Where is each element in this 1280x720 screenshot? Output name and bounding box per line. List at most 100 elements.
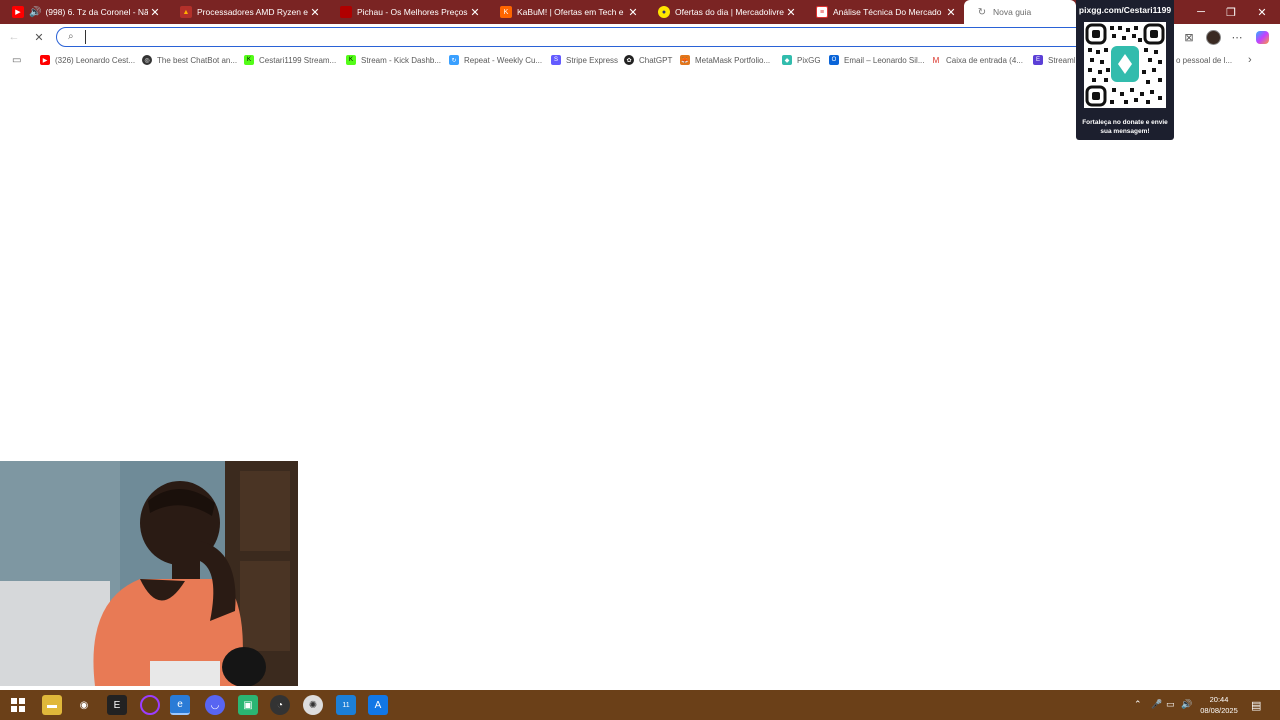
notifications-icon[interactable]: ▤ [1251, 699, 1261, 712]
steam-icon[interactable]: ◉ [74, 695, 94, 715]
tab-title: Análise Técnica Do Mercado Fina [833, 7, 944, 17]
close-icon[interactable]: ✕ [944, 6, 958, 19]
stripe-icon: S [551, 55, 561, 65]
chatgpt-icon: ✿ [624, 55, 634, 65]
taskbar-badge: 11 [342, 701, 350, 709]
copilot-icon[interactable] [1254, 29, 1270, 45]
tab-title: Processadores AMD Ryzen e Athl [197, 7, 308, 17]
bookmark-label: Repeat - Weekly Cu... [464, 55, 543, 65]
tray-chevron-icon[interactable]: ⌃ [1134, 699, 1142, 710]
bookmark-label: Stripe Express [566, 55, 619, 65]
speaker-icon[interactable]: 🔊 [29, 7, 41, 18]
tab-analise[interactable]: ≡ Análise Técnica Do Mercado Fina ✕ [804, 0, 964, 24]
epic-games-icon[interactable]: E [107, 695, 127, 715]
donation-qr-overlay: pixgg.com/Cestari1199 Fortaleça no donat… [1076, 0, 1174, 140]
bookmark-item[interactable]: E StreamE [1033, 53, 1075, 67]
azure-icon[interactable]: A [368, 695, 388, 715]
mercadolivre-icon: ● [658, 6, 670, 18]
close-icon[interactable]: ✕ [626, 6, 640, 19]
document-icon: ≡ [816, 6, 828, 18]
qr-url: pixgg.com/Cestari1199 [1078, 5, 1172, 15]
obs-icon[interactable] [140, 695, 160, 715]
bookmark-label: o pessoal de l... [1176, 55, 1233, 65]
file-explorer-icon[interactable]: ▬ [42, 695, 62, 715]
amd-icon: ▲ [180, 6, 192, 18]
close-icon[interactable]: ✕ [784, 6, 798, 19]
network-icon[interactable]: ▭ [1166, 699, 1175, 710]
tab-title: Nova guia [993, 7, 1032, 17]
bookmark-label: Stream - Kick Dashb... [361, 55, 442, 65]
bookmark-item[interactable]: K Cestari1199 Stream... [244, 53, 339, 67]
stop-loading-button[interactable]: ✕ [31, 29, 47, 45]
edge-icon[interactable]: e [170, 695, 190, 715]
bookmark-item[interactable]: M Caixa de entrada (4... [931, 53, 1026, 67]
bookmark-item[interactable]: S Stripe Express [551, 53, 619, 67]
search-icon: ⌕ [68, 31, 74, 42]
clock-time: 20:44 [1209, 695, 1229, 704]
bookmark-item[interactable]: K Stream - Kick Dashb... [346, 53, 442, 67]
start-button[interactable] [8, 695, 28, 715]
clock[interactable]: 20:44 08/08/2025 [1196, 694, 1242, 716]
volume-icon[interactable]: 🔊 [1181, 699, 1192, 710]
chatbot-icon: ◎ [142, 55, 152, 65]
bookmark-label: MetaMask Portfolio... [695, 55, 771, 65]
qr-code-icon [1084, 22, 1166, 108]
streamelements-icon: E [1033, 55, 1043, 65]
gmail-icon: M [931, 55, 941, 65]
outlook-icon: O [829, 55, 839, 65]
close-icon[interactable]: ✕ [148, 6, 162, 19]
tab-amd[interactable]: ▲ Processadores AMD Ryzen e Athl ✕ [168, 0, 328, 24]
kick-icon: K [346, 55, 356, 65]
tab-title: Ofertas do dia | Mercadolivre Bra [675, 7, 784, 17]
youtube-icon: ▶ [12, 6, 24, 18]
store-icon[interactable]: 11 [336, 695, 356, 715]
tab-youtube[interactable]: ▶ 🔊 (998) 6. Tz da Coronel - Não ✕ [0, 0, 168, 24]
screen: ▶ 🔊 (998) 6. Tz da Coronel - Não ✕ ▲ Pro… [0, 0, 1280, 720]
phone-link-icon[interactable]: ▣ [238, 695, 258, 715]
bookmark-label: PixGG [797, 55, 821, 65]
metamask-icon: 🦊 [680, 55, 690, 65]
repeat-icon: ↻ [449, 55, 459, 65]
chevron-right-icon[interactable]: › [1248, 53, 1252, 67]
discord-icon[interactable]: ◡ [205, 695, 225, 715]
bookmark-label: ChatGPT [639, 55, 673, 65]
bookmark-item[interactable]: o pessoal de l... [1176, 53, 1234, 67]
kick-icon: K [244, 55, 254, 65]
bookmark-item[interactable]: ◎ The best ChatBot an... [142, 53, 237, 67]
avatar[interactable] [1205, 29, 1221, 45]
bookmark-item[interactable]: ✿ ChatGPT [624, 53, 676, 67]
restore-button[interactable]: ❐ [1215, 0, 1247, 24]
microphone-icon[interactable]: 🎤 [1151, 699, 1162, 710]
tab-nova-guia[interactable]: ↻ Nova guia [964, 0, 1076, 24]
close-window-button[interactable]: ✕ [1246, 0, 1278, 24]
settings-icon[interactable]: ✺ [303, 695, 323, 715]
qr-caption: Fortaleça no donate e envie sua mensagem… [1082, 119, 1168, 135]
tab-pichau[interactable]: Pichau - Os Melhores Preços do P ✕ [328, 0, 488, 24]
extensions-icon[interactable]: ⊠ [1181, 29, 1197, 45]
loading-icon: ↻ [977, 6, 987, 18]
more-menu-icon[interactable]: ⋯ [1229, 29, 1245, 45]
tab-title: KaBuM! | Ofertas em Tech e Gam [517, 7, 626, 17]
tab-title: (998) 6. Tz da Coronel - Não [45, 7, 148, 17]
clock-date: 08/08/2025 [1200, 706, 1238, 715]
address-input[interactable] [85, 30, 985, 44]
bookmark-label: The best ChatBot an... [157, 55, 237, 65]
bookmark-item[interactable]: 🦊 MetaMask Portfolio... [680, 53, 776, 67]
bookmark-item[interactable]: ▶ (326) Leonardo Cest... [40, 53, 135, 67]
minimize-button[interactable]: ─ [1185, 0, 1217, 24]
back-button[interactable]: ← [6, 29, 22, 45]
tab-title: Pichau - Os Melhores Preços do P [357, 7, 468, 17]
close-icon[interactable]: ✕ [468, 6, 482, 19]
pixgg-icon: ◆ [782, 55, 792, 65]
youtube-icon: ▶ [40, 55, 50, 65]
close-icon[interactable]: ✕ [308, 6, 322, 19]
tab-kabum[interactable]: K KaBuM! | Ofertas em Tech e Gam ✕ [488, 0, 646, 24]
bookmark-item[interactable]: O Email – Leonardo Sil... [829, 53, 924, 67]
pichau-icon [340, 6, 352, 18]
performance-icon[interactable]: ◔ [270, 695, 290, 715]
tab-mercadolivre[interactable]: ● Ofertas do dia | Mercadolivre Bra ✕ [646, 0, 804, 24]
bookmark-item[interactable]: ↻ Repeat - Weekly Cu... [449, 53, 544, 67]
address-bar[interactable]: ⌕ [56, 27, 1086, 47]
apps-icon[interactable]: ▭ [12, 53, 21, 67]
bookmark-item[interactable]: ◆ PixGG [782, 53, 824, 67]
